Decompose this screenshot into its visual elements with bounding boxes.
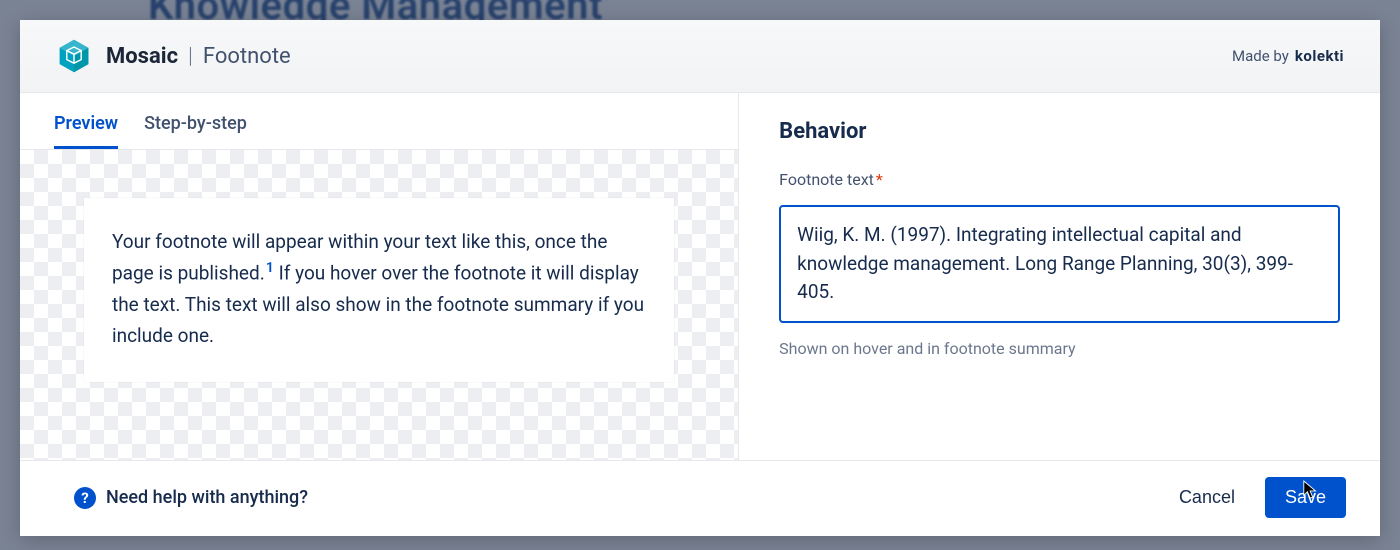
preview-area: Your footnote will appear within your te… <box>20 150 738 460</box>
mosaic-logo-icon <box>56 38 92 74</box>
field-label-text: Footnote text <box>779 170 874 189</box>
footnote-text-field: Footnote text* <box>779 170 1340 189</box>
help-link[interactable]: ? Need help with anything? <box>74 487 308 509</box>
made-by-label: Made by kolekti <box>1232 47 1344 65</box>
left-pane: Preview Step-by-step Your footnote will … <box>20 93 739 460</box>
save-button[interactable]: Save <box>1265 477 1346 518</box>
tabs: Preview Step-by-step <box>20 93 738 150</box>
tab-step-by-step[interactable]: Step-by-step <box>144 107 247 149</box>
cancel-button[interactable]: Cancel <box>1173 479 1241 516</box>
required-marker: * <box>876 170 883 189</box>
help-icon: ? <box>74 487 96 509</box>
brand-name: Mosaic <box>106 44 178 69</box>
made-by-prefix: Made by <box>1232 47 1289 65</box>
help-link-text: Need help with anything? <box>106 487 308 508</box>
footnote-modal: Mosaic | Footnote Made by kolekti Previe… <box>20 20 1380 536</box>
modal-subtitle: Footnote <box>203 44 291 69</box>
preview-body-text: Your footnote will appear within your te… <box>112 226 646 352</box>
footnote-text-label: Footnote text* <box>779 170 1340 189</box>
footer-actions: Cancel Save <box>1173 477 1346 518</box>
modal-body: Preview Step-by-step Your footnote will … <box>20 93 1380 460</box>
footnote-text-input[interactable] <box>779 205 1340 323</box>
right-pane: Behavior Footnote text* Shown on hover a… <box>739 93 1380 460</box>
made-by-brand: kolekti <box>1295 47 1344 65</box>
behavior-heading: Behavior <box>779 119 1340 144</box>
modal-footer: ? Need help with anything? Cancel Save <box>20 460 1380 536</box>
modal-header-left: Mosaic | Footnote <box>56 38 291 74</box>
preview-card: Your footnote will appear within your te… <box>84 198 674 382</box>
footnote-text-help: Shown on hover and in footnote summary <box>779 339 1340 358</box>
title-divider: | <box>188 44 193 69</box>
modal-title: Mosaic | Footnote <box>106 44 291 69</box>
footnote-superscript[interactable]: 1 <box>265 260 274 276</box>
modal-header: Mosaic | Footnote Made by kolekti <box>20 20 1380 93</box>
tab-preview[interactable]: Preview <box>54 107 118 149</box>
